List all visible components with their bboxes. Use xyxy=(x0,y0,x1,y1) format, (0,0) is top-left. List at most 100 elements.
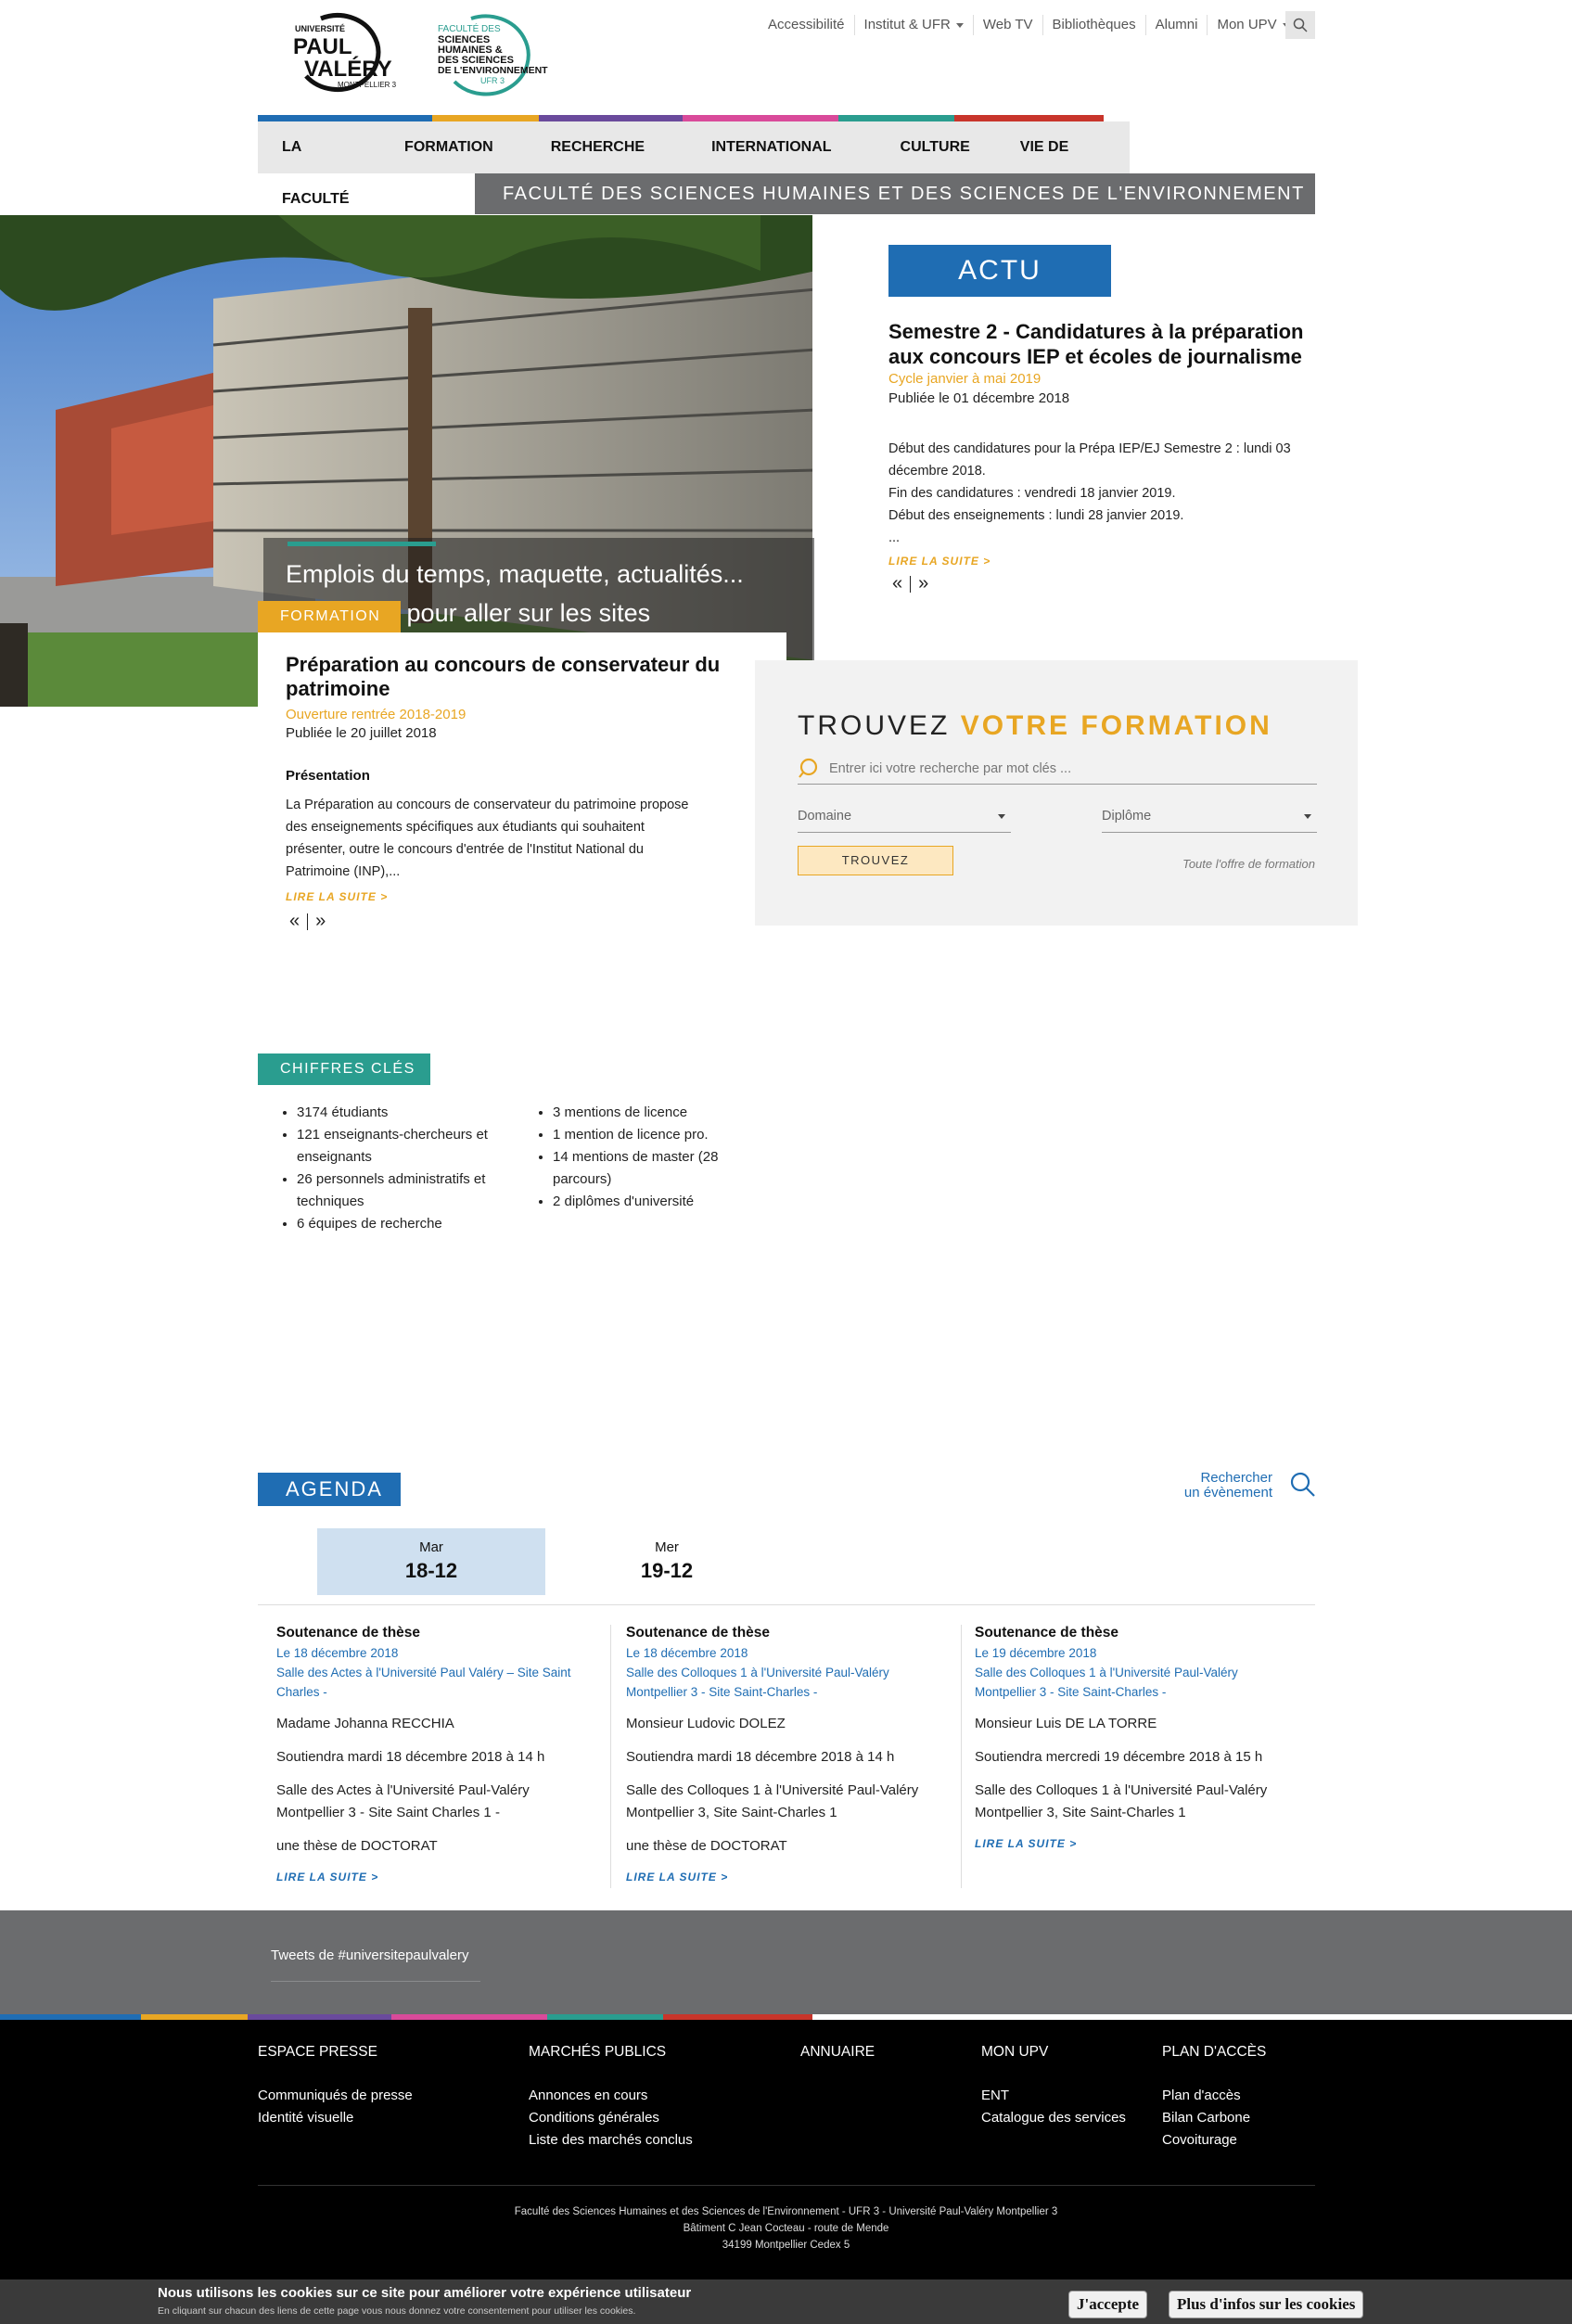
trouvez-button[interactable]: TROUVEZ xyxy=(798,846,953,875)
nav-la-faculte[interactable]: LA FACULTÉ xyxy=(258,121,377,207)
hero-accent-line xyxy=(288,542,436,546)
actu-date: Publiée le 01 décembre 2018 xyxy=(888,390,1070,406)
event-place: Salle des Colloques 1 à l'Université Pau… xyxy=(626,1666,889,1699)
pager-separator xyxy=(910,575,912,593)
formation-title[interactable]: Préparation au concours de conservateur … xyxy=(286,653,749,701)
cookie-info-button[interactable]: Plus d'infos sur les cookies xyxy=(1169,2291,1364,2318)
formation-date: Publiée le 20 juillet 2018 xyxy=(286,725,437,741)
actu-title[interactable]: Semestre 2 - Candidatures à la préparati… xyxy=(888,319,1315,369)
footer-link[interactable]: Covoiturage xyxy=(1162,2129,1266,2152)
tweets-link[interactable]: Tweets de #universitepaulvalery xyxy=(271,1947,468,1963)
title-accent: VOTRE FORMATION xyxy=(960,710,1272,741)
column-divider xyxy=(961,1625,962,1888)
chiffres-list-1: 3174 étudiants 121 enseignants-chercheur… xyxy=(276,1102,499,1235)
chiffres-list-2: 3 mentions de licence 1 mention de licen… xyxy=(532,1102,736,1213)
footer-heading[interactable]: MARCHÉS PUBLICS xyxy=(529,2044,693,2061)
actu-tag: ACTU xyxy=(888,245,1111,297)
footer-link[interactable]: Catalogue des services xyxy=(981,2107,1126,2129)
event-line: une thèse de DOCTORAT xyxy=(276,1838,438,1854)
topnav-alumni[interactable]: Alumni xyxy=(1144,15,1208,35)
event-title[interactable]: Soutenance de thèse xyxy=(276,1625,592,1641)
list-item: 3 mentions de licence xyxy=(553,1102,736,1124)
event-read-more-link[interactable]: LIRE LA SUITE > xyxy=(626,1871,941,1883)
topnav-institut-ufr[interactable]: Institut & UFR xyxy=(853,15,973,35)
nav-international[interactable]: INTERNATIONAL xyxy=(674,121,868,173)
topnav-label: Institut & UFR xyxy=(863,17,951,32)
agenda-event: Soutenance de thèse Le 18 décembre 2018 … xyxy=(626,1625,941,1883)
topnav-web-tv[interactable]: Web TV xyxy=(972,15,1042,35)
footer-heading[interactable]: PLAN D'ACCÈS xyxy=(1162,2044,1266,2061)
footer-col-annuaire: ANNUAIRE xyxy=(800,2044,875,2085)
formation-subtitle: Ouverture rentrée 2018-2019 xyxy=(286,707,466,722)
event-line: Soutiendra mardi 18 décembre 2018 à 14 h xyxy=(626,1749,895,1765)
nav-color-stripe xyxy=(258,115,1104,121)
footer-link[interactable]: Identité visuelle xyxy=(258,2107,413,2129)
topnav-accessibilite[interactable]: Accessibilité xyxy=(759,15,854,35)
footer-link[interactable]: Plan d'accès xyxy=(1162,2085,1266,2107)
next-arrow-icon[interactable]: » xyxy=(918,573,928,594)
chiffres-cles-tag: CHIFFRES CLÉS xyxy=(258,1053,430,1085)
search-icon xyxy=(799,758,818,778)
agenda-event: Soutenance de thèse Le 18 décembre 2018 … xyxy=(276,1625,592,1883)
footer-link[interactable]: Bilan Carbone xyxy=(1162,2107,1266,2129)
chevron-down-icon xyxy=(955,22,964,28)
formation-search-input[interactable]: Entrer ici votre recherche par mot clés … xyxy=(798,753,1317,785)
event-line: Soutiendra mercredi 19 décembre 2018 à 1… xyxy=(975,1749,1263,1765)
all-formations-link[interactable]: Toute l'offre de formation xyxy=(1182,857,1315,871)
prev-arrow-icon[interactable]: « xyxy=(892,573,902,594)
event-date: Le 18 décembre 2018 xyxy=(626,1646,748,1660)
faculty-banner: FACULTÉ DES SCIENCES HUMAINES ET DES SCI… xyxy=(475,173,1315,214)
event-search-line1: Rechercher xyxy=(1200,1470,1272,1486)
event-line: Monsieur Ludovic DOLEZ xyxy=(626,1716,786,1731)
column-divider xyxy=(610,1625,611,1888)
nav-formation[interactable]: FORMATION xyxy=(377,121,521,173)
next-arrow-icon[interactable]: » xyxy=(315,911,326,932)
prev-arrow-icon[interactable]: « xyxy=(289,911,300,932)
cookie-accept-button[interactable]: J'accepte xyxy=(1068,2291,1148,2318)
event-place: Salle des Actes à l'Université Paul Valé… xyxy=(276,1666,571,1699)
event-read-more-link[interactable]: LIRE LA SUITE > xyxy=(276,1871,592,1883)
footer-link[interactable]: Annonces en cours xyxy=(529,2085,693,2107)
chevron-down-icon xyxy=(998,814,1005,819)
footer-address: Faculté des Sciences Humaines et des Sci… xyxy=(0,2203,1572,2254)
footer-link[interactable]: Liste des marchés conclus xyxy=(529,2129,693,2152)
agenda-divider xyxy=(258,1604,1315,1605)
search-icon xyxy=(1293,18,1308,32)
list-item: 2 diplômes d'université xyxy=(553,1191,736,1213)
topnav-bibliotheques[interactable]: Bibliothèques xyxy=(1042,15,1145,35)
event-title[interactable]: Soutenance de thèse xyxy=(975,1625,1290,1641)
formation-read-more-link[interactable]: LIRE LA SUITE > xyxy=(286,890,388,903)
site-search-button[interactable] xyxy=(1285,11,1315,39)
footer-heading[interactable]: MON UPV xyxy=(981,2044,1126,2061)
nav-culture[interactable]: CULTURE xyxy=(869,121,1002,173)
actu-read-more-link[interactable]: LIRE LA SUITE > xyxy=(888,555,990,568)
event-search-link[interactable]: Rechercher un évènement xyxy=(1178,1471,1317,1508)
footer-heading[interactable]: ESPACE PRESSE xyxy=(258,2044,413,2061)
footer-link[interactable]: ENT xyxy=(981,2085,1126,2107)
diplome-select[interactable]: Diplôme xyxy=(1102,799,1317,833)
event-line: Monsieur Luis DE LA TORRE xyxy=(975,1716,1157,1731)
footer-heading[interactable]: ANNUAIRE xyxy=(800,2044,875,2061)
footer-col-presse: ESPACE PRESSE Communiqués de presse Iden… xyxy=(258,2044,413,2129)
search-placeholder: Entrer ici votre recherche par mot clés … xyxy=(829,760,1072,776)
list-item: 14 mentions de master (28 parcours) xyxy=(553,1146,736,1191)
faculty-logo[interactable]: FACULTÉ DES SCIENCES HUMAINES & DES SCIE… xyxy=(434,9,582,98)
actu-line: Fin des candidatures : vendredi 18 janvi… xyxy=(888,486,1176,501)
upv-logo-line2: PAUL xyxy=(293,34,352,59)
footer-link[interactable]: Conditions générales xyxy=(529,2107,693,2129)
nav-recherche[interactable]: RECHERCHE xyxy=(521,121,674,173)
address-line: 34199 Montpellier Cedex 5 xyxy=(722,2240,850,2251)
university-logo[interactable]: UNIVERSITÉ PAUL VALÉRY MONTPELLIER 3 xyxy=(293,11,408,96)
event-read-more-link[interactable]: LIRE LA SUITE > xyxy=(975,1837,1290,1850)
domaine-select[interactable]: Domaine xyxy=(798,799,1011,833)
formation-pager: « » xyxy=(289,911,326,932)
nav-vie-de-campus[interactable]: VIE DE CAMPUS xyxy=(1002,121,1130,207)
cookie-banner: Nous utilisons les cookies sur ce site p… xyxy=(0,2279,1572,2324)
agenda-day-tab[interactable]: Mer 19-12 xyxy=(553,1528,781,1595)
agenda-day-tab[interactable]: Mar 18-12 xyxy=(317,1528,545,1595)
event-title[interactable]: Soutenance de thèse xyxy=(626,1625,941,1641)
upv-logo-line4: MONTPELLIER 3 xyxy=(338,81,397,89)
footer-link[interactable]: Communiqués de presse xyxy=(258,2085,413,2107)
address-line: Bâtiment C Jean Cocteau - route de Mende xyxy=(683,2223,889,2234)
utility-nav: Accessibilité Institut & UFR Web TV Bibl… xyxy=(759,15,1299,35)
